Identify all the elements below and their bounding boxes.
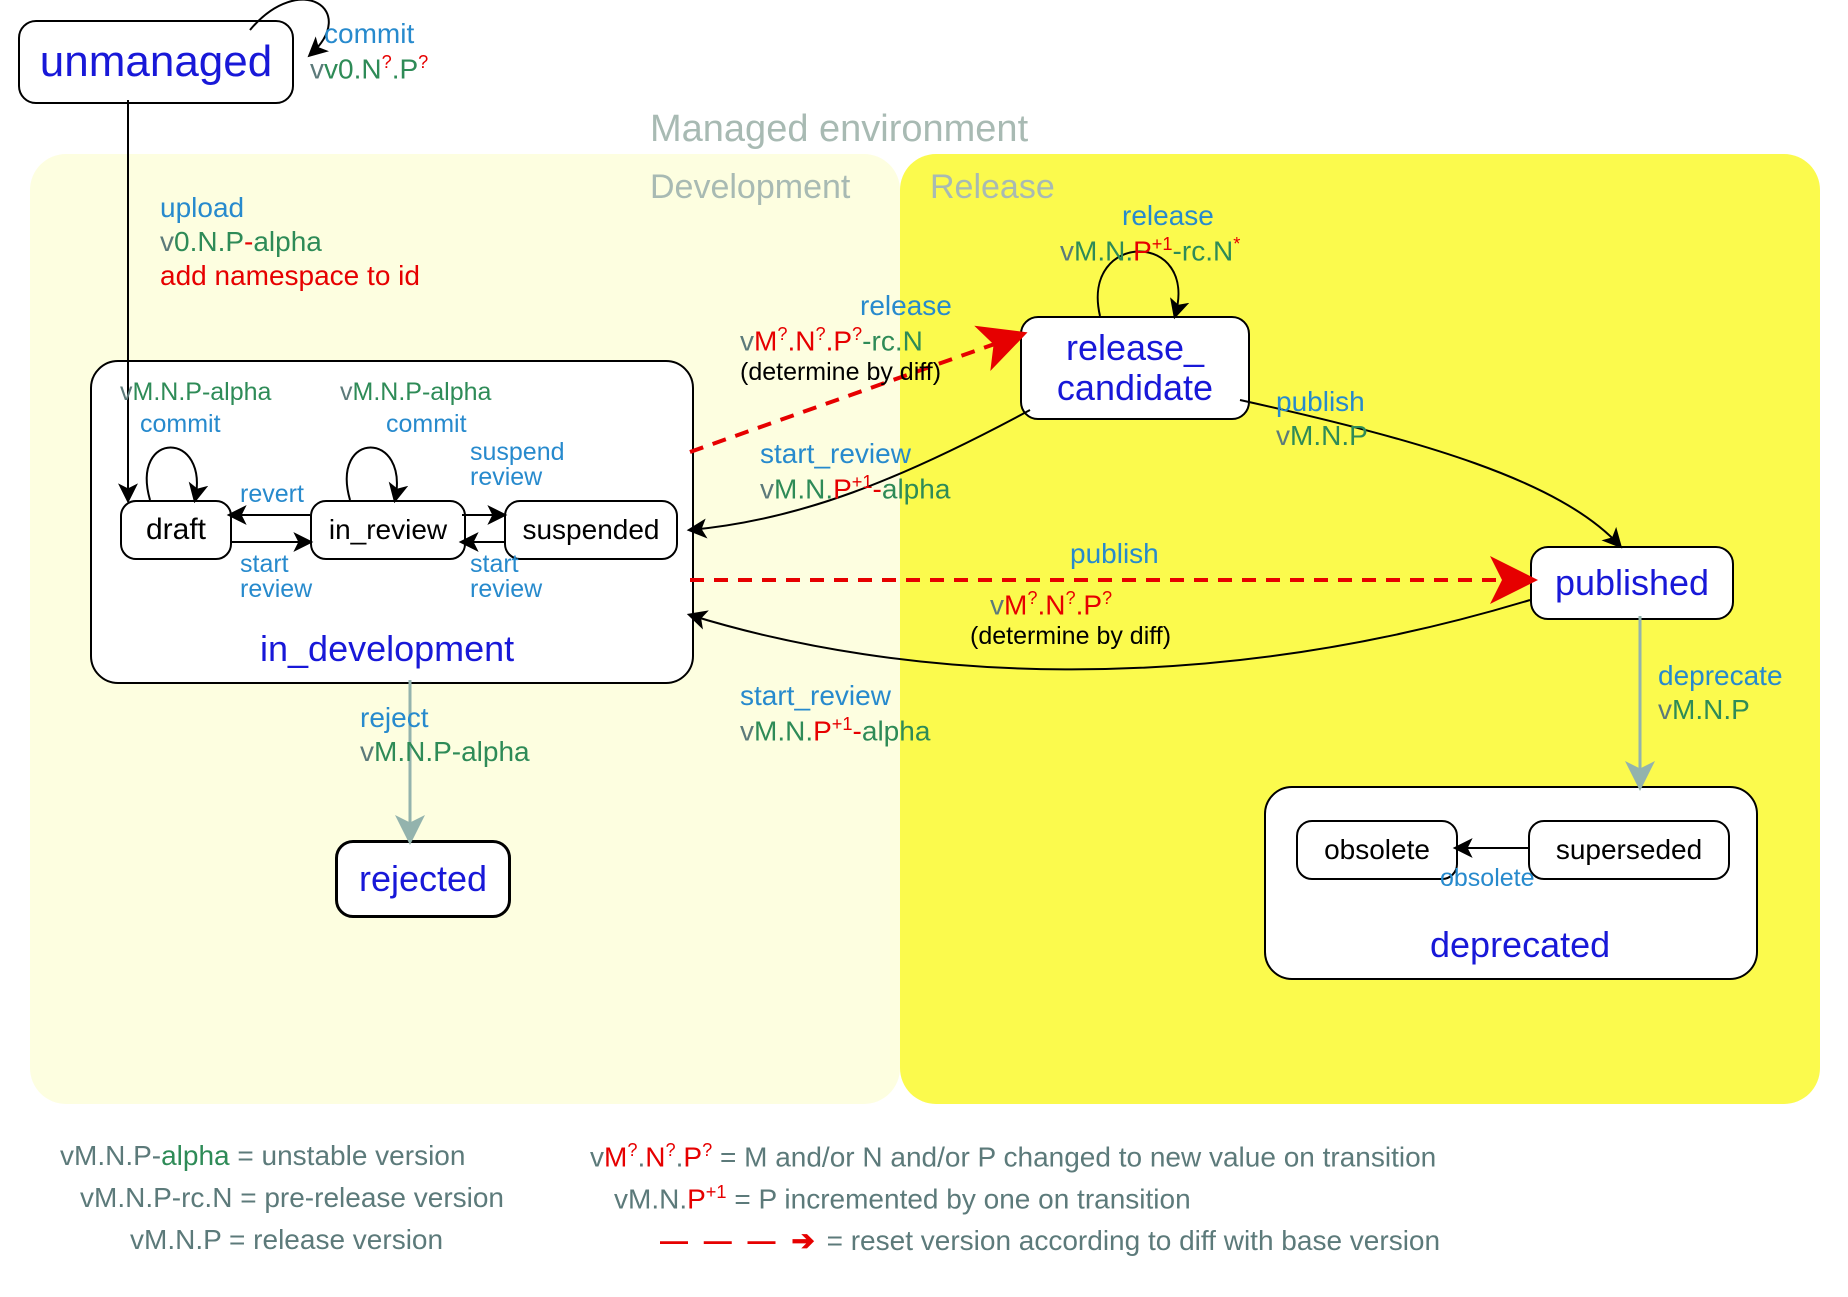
t-release-v: vM?.N?.P?-rc.N [740, 324, 923, 357]
t-publish-diff-note: (determine by diff) [970, 622, 1171, 651]
state-unmanaged: unmanaged [18, 20, 294, 104]
t-draft-commit: commit [140, 410, 221, 439]
t-start-review-1: startreview [240, 552, 312, 602]
t-start-review-2: startreview [470, 552, 542, 602]
t-publish: publish [1276, 386, 1365, 418]
t-deprecate-v: vM.N.P [1658, 694, 1750, 726]
state-superseded: superseded [1528, 820, 1730, 880]
legend-r1: vM?.N?.P? = M and/or N and/or P changed … [590, 1140, 1436, 1173]
t-rc-start-review-v: vM.N.P+1-alpha [760, 472, 950, 505]
t-publish-diff-v: vM?.N?.P? [990, 588, 1112, 621]
legend-r3: — — — ➔ = reset version according to dif… [660, 1224, 1440, 1257]
legend-r2: vM.N.P+1 = P incremented by one on trans… [614, 1182, 1191, 1215]
t-review-commit-v: vM.N.P-alpha [340, 378, 491, 407]
t-reject: reject [360, 702, 428, 734]
title-development: Development [650, 168, 850, 207]
legend-l2: vM.N.P-rc.N = pre-release version [80, 1182, 504, 1214]
legend-l3: vM.N.P = release version [130, 1224, 443, 1256]
t-release-note: (determine by diff) [740, 358, 941, 387]
title-managed: Managed environment [650, 108, 1028, 151]
state-in-review: in_review [310, 500, 466, 560]
t-deprecate: deprecate [1658, 660, 1783, 692]
t-pub-start-review-v: vM.N.P+1-alpha [740, 714, 930, 747]
t-release: release [860, 290, 952, 322]
t-pub-start-review: start_review [740, 680, 891, 712]
t-revert: revert [240, 480, 304, 509]
t-unmanaged-commit-v: vv0.N?.P? [310, 52, 428, 85]
t-rc-self: release [1122, 200, 1214, 232]
diagram-canvas: Managed environment Development Release … [0, 0, 1848, 1297]
state-obsolete: obsolete [1296, 820, 1458, 880]
t-upload: upload [160, 192, 244, 224]
state-suspended: suspended [504, 500, 678, 560]
t-reject-v: vM.N.P-alpha [360, 736, 530, 768]
t-publish-v: vM.N.P [1276, 420, 1368, 452]
state-draft: draft [120, 500, 232, 560]
t-rc-start-review: start_review [760, 438, 911, 470]
state-published: published [1530, 546, 1734, 620]
state-rejected: rejected [335, 840, 511, 918]
t-review-commit: commit [386, 410, 467, 439]
legend-l1: vM.N.P-alpha = unstable version [60, 1140, 465, 1172]
state-deprecated-label: deprecated [1430, 924, 1610, 966]
t-publish-diff: publish [1070, 538, 1159, 570]
t-rc-self-v: vM.N.P+1-rc.N* [1060, 234, 1240, 267]
t-upload-note: add namespace to id [160, 260, 420, 292]
t-unmanaged-commit: commit [324, 18, 414, 50]
state-release-candidate: release_ candidate [1020, 316, 1250, 420]
t-draft-commit-v: vM.N.P-alpha [120, 378, 271, 407]
title-release: Release [930, 168, 1055, 207]
t-suspend-review: suspendreview [470, 440, 565, 490]
state-unmanaged-label: unmanaged [40, 38, 272, 86]
t-upload-v: v0.N.P-alpha [160, 226, 322, 258]
t-obsolete: obsolete [1440, 864, 1535, 893]
state-in-development-label: in_development [260, 628, 514, 670]
